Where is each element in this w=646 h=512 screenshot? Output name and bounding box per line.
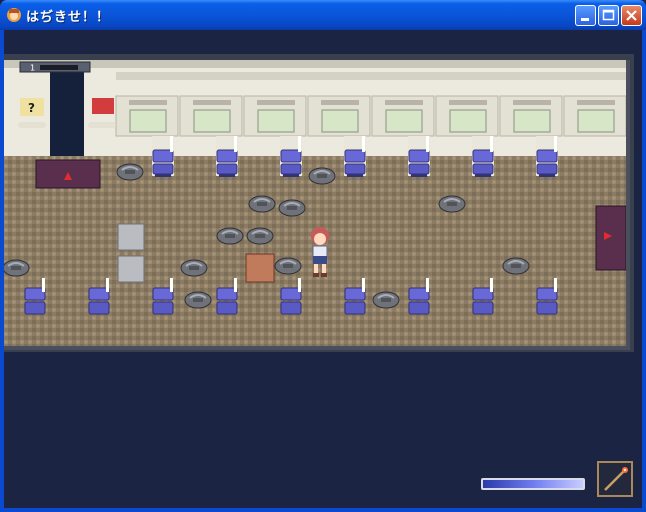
wand-icon (604, 467, 628, 491)
title-bar[interactable]: はぢきせ！！ (0, 0, 646, 30)
train-car-map[interactable]: 1 ? (4, 60, 630, 350)
wooden-crate (245, 253, 275, 283)
window-border-bottom (0, 508, 646, 512)
close-button[interactable] (621, 5, 642, 26)
minimize-button[interactable] (575, 5, 596, 26)
game-viewport[interactable]: 1 ? (4, 30, 642, 508)
emergency-sign (92, 98, 114, 114)
window-title: はぢきせ！！ (26, 10, 111, 25)
exit-mat-right[interactable] (595, 205, 627, 271)
window-border-right (642, 30, 646, 512)
metal-crate (117, 255, 145, 283)
svg-text:?: ? (28, 101, 35, 115)
minimize-icon (581, 18, 589, 21)
maximize-icon (602, 9, 615, 21)
equipped-item-slot[interactable] (597, 461, 633, 497)
door-counter-label: 1 (30, 64, 35, 73)
metal-crate (117, 223, 145, 251)
close-icon (626, 10, 637, 21)
maximize-button[interactable] (598, 5, 619, 26)
app-icon (7, 8, 21, 22)
status-gauge (481, 478, 585, 490)
doorway (50, 68, 84, 156)
